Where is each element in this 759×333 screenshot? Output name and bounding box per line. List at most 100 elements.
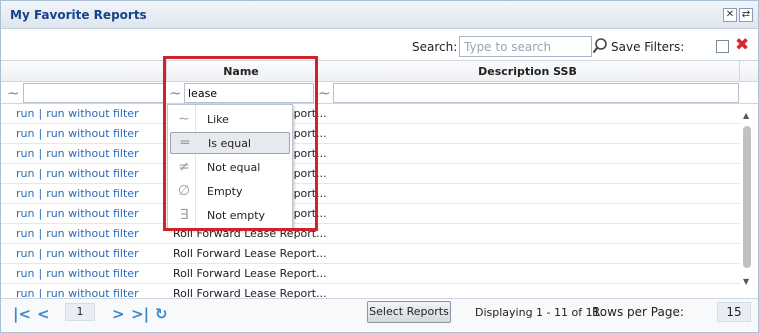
link-separator: | <box>38 247 43 260</box>
table-row: run|run without filterRoll Forward Lease… <box>1 104 740 124</box>
run-without-filter-link[interactable]: run without filter <box>46 107 138 120</box>
column-header-description[interactable]: Description SSB <box>316 65 739 78</box>
run-without-filter-link[interactable]: run without filter <box>46 127 138 140</box>
run-without-filter-link[interactable]: run without filter <box>46 247 138 260</box>
filter-operator-menu: ∼ Like ═ Is equal ≠ Not equal ∅ Empty ∃ … <box>167 104 293 230</box>
menu-item-not-empty[interactable]: ∃ Not empty <box>170 205 290 227</box>
next-page-icon[interactable]: > <box>112 305 125 323</box>
description-filter-input[interactable] <box>333 83 739 103</box>
scroll-up-icon[interactable]: ▲ <box>743 111 749 120</box>
menu-item-like[interactable]: ∼ Like <box>170 109 290 131</box>
link-separator: | <box>38 187 43 200</box>
link-separator: | <box>38 267 43 280</box>
exists-icon: ∃ <box>179 207 189 223</box>
run-filter-input[interactable] <box>23 83 165 103</box>
table-row: run|run without filterRoll Forward Lease… <box>1 164 740 184</box>
run-link[interactable]: run <box>16 267 34 280</box>
run-without-filter-link[interactable]: run without filter <box>46 167 138 180</box>
scroll-down-icon[interactable]: ▼ <box>743 277 749 286</box>
menu-item-label: Not equal <box>207 161 261 174</box>
save-filters-checkbox[interactable] <box>716 40 729 53</box>
table-row: run|run without filterRoll Forward Lease… <box>1 144 740 164</box>
row-actions: run | run without filter <box>16 147 139 160</box>
close-icon[interactable]: ✕ <box>723 8 737 22</box>
run-link[interactable]: run <box>16 107 34 120</box>
menu-item-label: Not empty <box>207 209 266 222</box>
menu-item-label: Empty <box>207 185 243 198</box>
search-label: Search: <box>412 40 458 54</box>
run-without-filter-link[interactable]: run without filter <box>46 227 138 240</box>
link-separator: | <box>38 227 43 240</box>
clear-filters-icon[interactable]: ✖ <box>735 35 749 55</box>
link-separator: | <box>38 127 43 140</box>
first-page-icon[interactable]: |< <box>13 305 31 323</box>
link-separator: | <box>38 167 43 180</box>
refresh-icon[interactable]: ↻ <box>155 305 168 323</box>
link-separator: | <box>38 147 43 160</box>
search-icon[interactable] <box>592 37 608 55</box>
table-row: run |run without filter Roll Forward Lease… <box>1 264 740 284</box>
vertical-scrollbar[interactable]: ▲ ▼ <box>741 109 753 289</box>
run-link[interactable]: run <box>16 227 34 240</box>
tilde-icon: ∼ <box>178 111 190 127</box>
table-row: run|run without filterRoll Forward Lease… <box>1 204 740 224</box>
run-without-filter-link[interactable]: run without filter <box>46 147 138 160</box>
menu-item-empty[interactable]: ∅ Empty <box>170 181 290 203</box>
previous-page-icon[interactable]: < <box>37 305 50 323</box>
link-separator: | <box>38 107 43 120</box>
refresh-icon[interactable]: ⇄ <box>739 8 753 22</box>
report-name: Roll Forward Lease Report... <box>173 267 327 280</box>
row-actions: run | run without filter <box>16 107 139 120</box>
row-actions: run | run without filter <box>16 167 139 180</box>
search-input[interactable] <box>459 36 592 57</box>
run-link[interactable]: run <box>16 127 34 140</box>
title-bar: My Favorite Reports ✕ ⇄ <box>1 1 758 29</box>
menu-item-label: Is equal <box>208 137 251 150</box>
last-page-icon[interactable]: >| <box>131 305 149 323</box>
displaying-status: Displaying 1 - 11 of 11 <box>475 306 600 319</box>
save-filters-label: Save Filters: <box>611 40 685 54</box>
menu-item-not-equal[interactable]: ≠ Not equal <box>170 157 290 179</box>
table-row: run|run without filterRoll Forward Lease… <box>1 224 740 244</box>
toolbar: Search: Save Filters: ✖ <box>1 32 758 60</box>
name-filter-input[interactable] <box>184 83 314 103</box>
select-reports-button[interactable]: Select Reports <box>367 301 451 323</box>
rows-per-page-select[interactable]: 15 <box>717 302 751 322</box>
report-name: Roll Forward Lease Report... <box>173 247 327 260</box>
row-actions: run | run without filter <box>16 127 139 140</box>
favorite-reports-panel: My Favorite Reports ✕ ⇄ Search: Save Fil… <box>0 0 759 333</box>
row-actions: run | run without filter <box>16 187 139 200</box>
menu-item-label: Like <box>207 113 229 126</box>
row-actions: run | run without filter <box>16 227 139 240</box>
table-row: run|run without filterRoll Forward Lease… <box>1 184 740 204</box>
run-link[interactable]: run <box>16 167 34 180</box>
row-actions: run | run without filter <box>16 247 139 260</box>
column-header-name[interactable]: Name <box>167 65 315 78</box>
window-title: My Favorite Reports <box>10 8 147 22</box>
run-link[interactable]: run <box>16 247 34 260</box>
pager: |< < 1 > >| ↻ Select Reports Displaying … <box>1 298 758 332</box>
menu-item-is-equal[interactable]: ═ Is equal <box>170 132 290 154</box>
empty-set-icon: ∅ <box>177 183 191 199</box>
run-without-filter-link[interactable]: run without filter <box>46 267 138 280</box>
link-separator: | <box>38 207 43 220</box>
run-link[interactable]: run <box>16 207 34 220</box>
not-equal-icon: ≠ <box>178 159 190 175</box>
filter-operator-icon[interactable]: ∼ <box>169 84 182 102</box>
row-actions: run | run without filter <box>16 207 139 220</box>
row-actions: run | run without filter <box>16 267 139 280</box>
filter-row: ∼ ∼ ∼ <box>1 82 758 104</box>
grid-header: Name Description SSB <box>1 60 758 82</box>
run-without-filter-link[interactable]: run without filter <box>46 207 138 220</box>
equals-icon: ═ <box>180 135 190 151</box>
page-number-input[interactable]: 1 <box>65 303 95 321</box>
run-link[interactable]: run <box>16 147 34 160</box>
column-divider <box>739 61 740 82</box>
filter-operator-icon[interactable]: ∼ <box>7 84 20 102</box>
run-link[interactable]: run <box>16 187 34 200</box>
table-row: run |run without filter Roll Forward Lease… <box>1 244 740 264</box>
run-without-filter-link[interactable]: run without filter <box>46 187 138 200</box>
report-rows: run|run without filterRoll Forward Lease… <box>1 104 740 304</box>
filter-operator-icon[interactable]: ∼ <box>318 84 331 102</box>
scrollbar-thumb[interactable] <box>743 126 751 268</box>
